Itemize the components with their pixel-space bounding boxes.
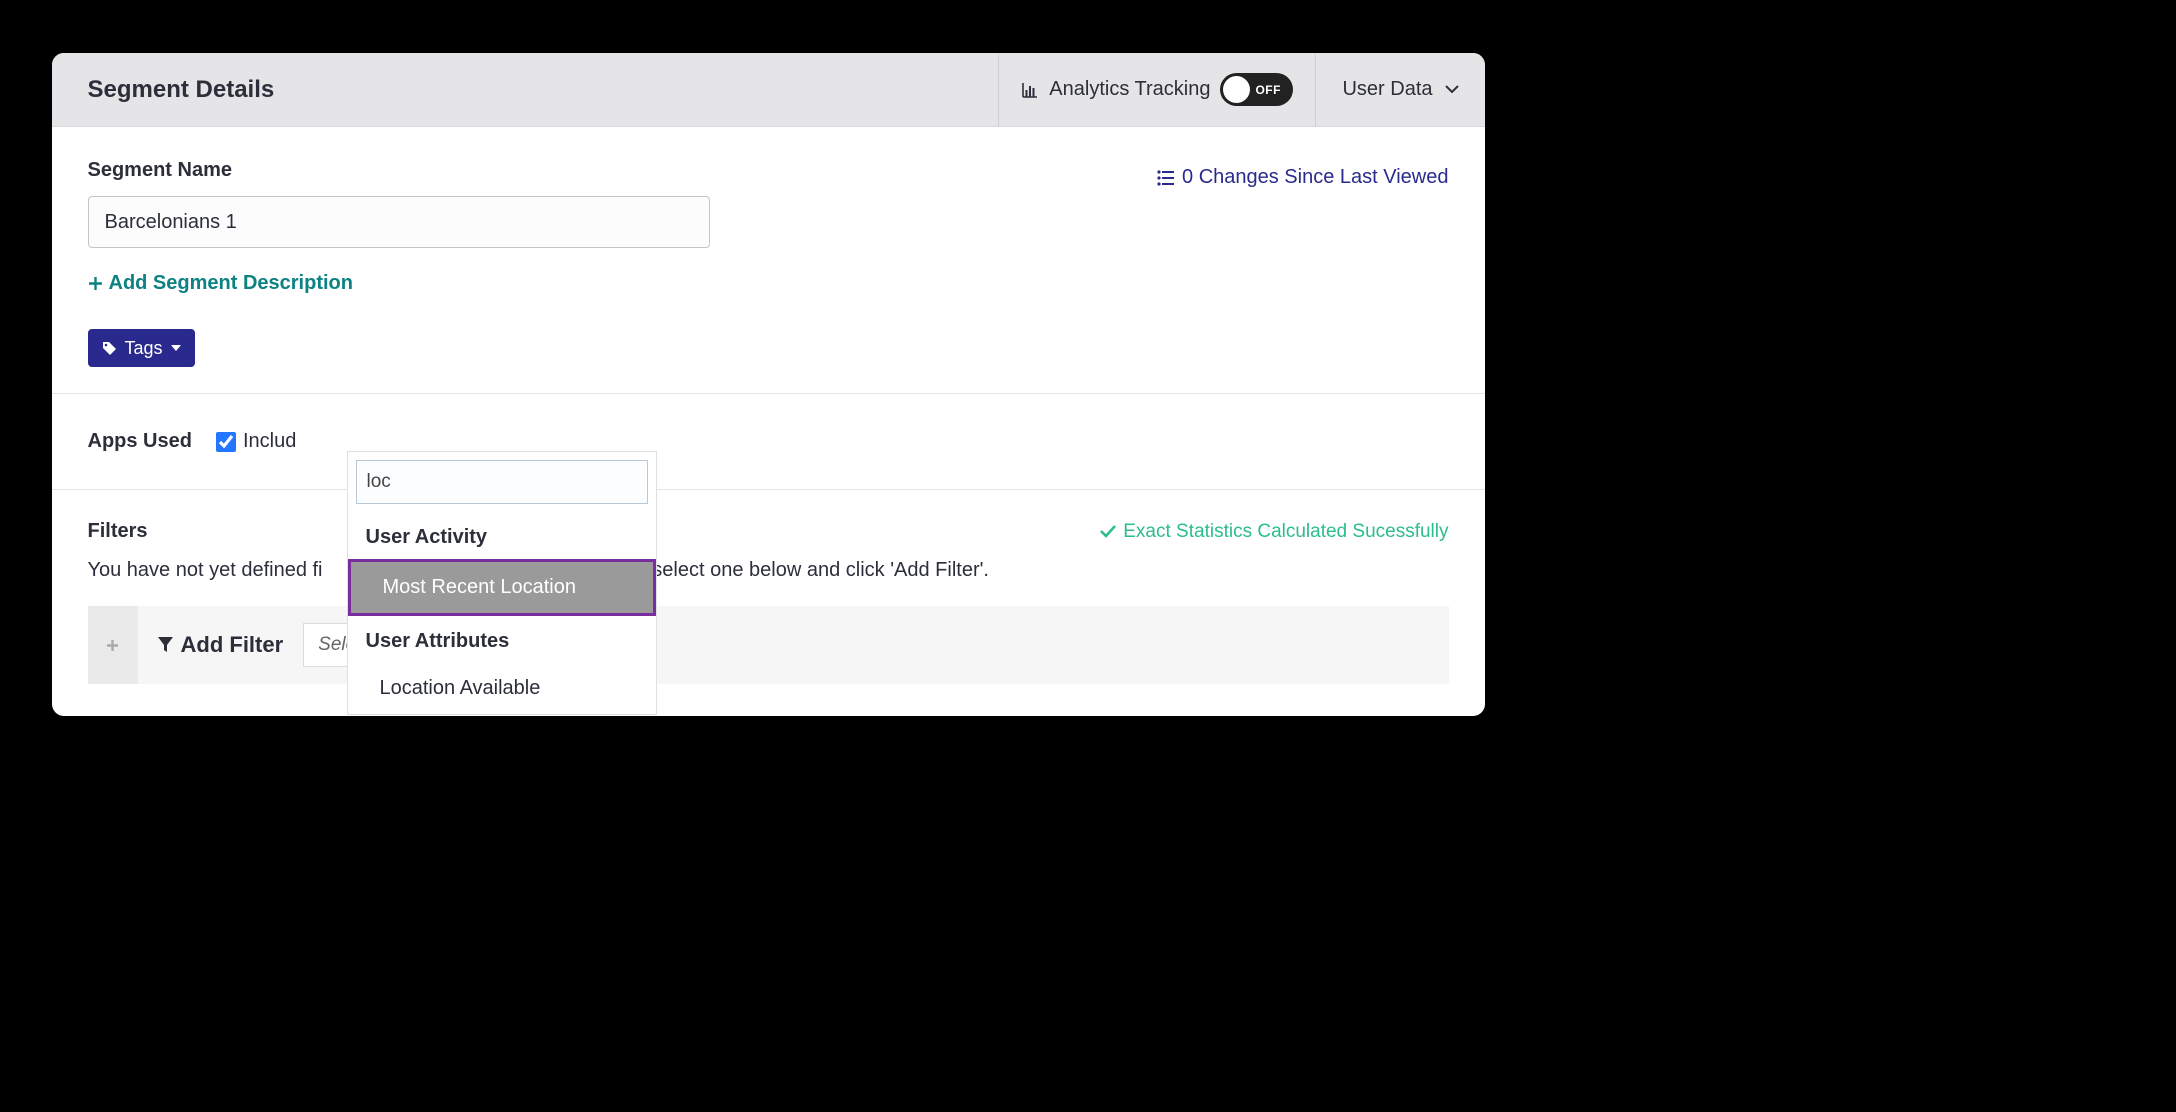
dropdown-item-most-recent-location[interactable]: Most Recent Location	[348, 559, 656, 616]
stats-status-text: Exact Statistics Calculated Sucessfully	[1123, 521, 1448, 543]
segment-details-panel: Segment Details Analytics Tracking OFF U…	[52, 53, 1485, 716]
check-icon	[1100, 525, 1116, 538]
add-row-plus-button[interactable]	[88, 606, 138, 684]
include-users-checkbox-wrap[interactable]: Includ	[216, 430, 296, 453]
filters-section: Filters Exact Statistics Calculated Suce…	[88, 490, 1449, 684]
add-segment-description-link[interactable]: Add Segment Description	[88, 272, 1449, 295]
dropdown-group-user-attributes: User Attributes	[348, 616, 656, 663]
filter-dropdown: User Activity Most Recent Location User …	[347, 451, 657, 715]
tag-icon	[102, 341, 117, 356]
analytics-tracking-label: Analytics Tracking	[1049, 78, 1210, 101]
stats-status: Exact Statistics Calculated Sucessfully	[1100, 521, 1448, 543]
panel-body: Segment Name 0 Changes Since Last Viewed…	[52, 127, 1485, 684]
user-data-label: User Data	[1342, 78, 1432, 101]
segment-name-input[interactable]	[88, 196, 710, 248]
apps-used-row: Apps Used Includ	[52, 393, 1485, 490]
panel-header: Segment Details Analytics Tracking OFF U…	[52, 53, 1485, 127]
plus-icon	[88, 276, 103, 291]
page-title: Segment Details	[52, 76, 999, 104]
caret-down-icon	[171, 345, 181, 351]
chevron-down-icon	[1445, 85, 1459, 94]
segment-name-label: Segment Name	[88, 159, 233, 182]
add-segment-description-label: Add Segment Description	[109, 272, 353, 295]
include-users-checkbox[interactable]	[216, 432, 236, 452]
user-data-dropdown[interactable]: User Data	[1315, 53, 1484, 126]
changes-since-text: 0 Changes Since Last Viewed	[1182, 166, 1448, 189]
include-users-label: Includ	[243, 430, 296, 453]
changes-since-link[interactable]: 0 Changes Since Last Viewed	[1157, 166, 1448, 189]
add-filter-label: Add Filter	[181, 632, 284, 658]
apps-used-label: Apps Used	[88, 430, 192, 453]
toggle-knob	[1223, 76, 1250, 103]
dropdown-group-user-activity: User Activity	[348, 512, 656, 559]
tags-label: Tags	[125, 338, 163, 359]
filters-description: You have not yet defined filters for thi…	[88, 559, 1449, 582]
analytics-tracking-section: Analytics Tracking OFF	[998, 53, 1315, 126]
filter-dropdown-search[interactable]	[356, 460, 648, 504]
plus-icon	[105, 638, 120, 653]
bar-chart-icon	[1021, 81, 1039, 99]
tags-button[interactable]: Tags	[88, 329, 195, 367]
analytics-tracking-toggle[interactable]: OFF	[1220, 73, 1293, 106]
add-filter-cell: Add Filter	[138, 606, 304, 684]
list-icon	[1157, 170, 1175, 186]
add-filter-row: Add Filter Select Filter...	[88, 606, 1449, 684]
dropdown-item-location-available[interactable]: Location Available	[348, 663, 656, 714]
toggle-off-label: OFF	[1255, 83, 1281, 97]
filters-title: Filters	[88, 520, 148, 543]
funnel-icon	[158, 637, 173, 653]
